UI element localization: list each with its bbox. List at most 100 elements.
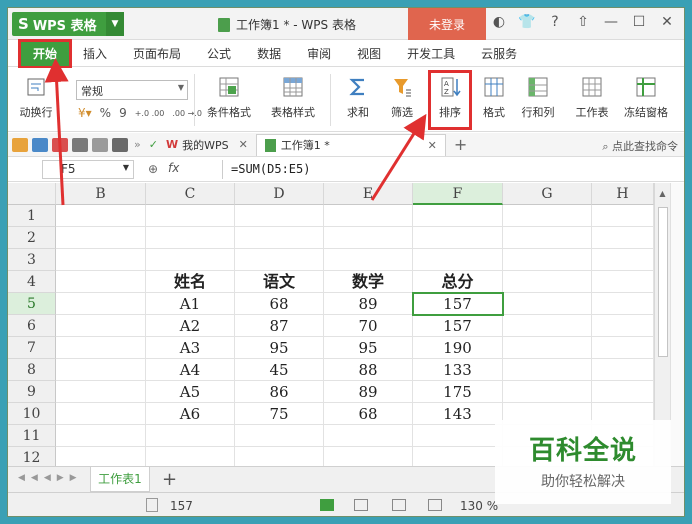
tab-insert[interactable]: 插入 bbox=[70, 41, 120, 67]
sheet-navigation-icons[interactable]: ◀◀◀▶▶ bbox=[18, 473, 83, 483]
cell-c10[interactable]: A6 bbox=[146, 403, 235, 425]
normal-view-icon[interactable] bbox=[320, 499, 334, 511]
print-icon[interactable] bbox=[72, 137, 88, 152]
cell-h3[interactable] bbox=[592, 249, 654, 271]
cell-g8[interactable] bbox=[503, 359, 592, 381]
tab-view[interactable]: 视图 bbox=[344, 41, 394, 67]
conditional-format-button[interactable]: 条件格式 bbox=[200, 68, 258, 132]
row-header-6[interactable]: 6 bbox=[8, 315, 56, 337]
cell-h9[interactable] bbox=[592, 381, 654, 403]
cell-f8[interactable]: 133 bbox=[413, 359, 503, 381]
tab-home[interactable]: 开始 bbox=[17, 38, 73, 69]
cell-h2[interactable] bbox=[592, 227, 654, 249]
cell-g7[interactable] bbox=[503, 337, 592, 359]
cell-g3[interactable] bbox=[503, 249, 592, 271]
select-all-corner[interactable] bbox=[8, 183, 56, 205]
decrease-decimal-button[interactable]: .00 →.0 bbox=[172, 109, 202, 118]
name-box[interactable]: F5 ▼ bbox=[42, 160, 134, 179]
scrollbar-thumb[interactable] bbox=[658, 207, 668, 357]
cell-d9[interactable]: 86 bbox=[235, 381, 324, 403]
new-tab-icon[interactable]: + bbox=[454, 135, 467, 154]
cell-c4[interactable]: 姓名 bbox=[146, 271, 235, 293]
cell-h8[interactable] bbox=[592, 359, 654, 381]
cell-f7[interactable]: 190 bbox=[413, 337, 503, 359]
scroll-up-icon[interactable]: ▲ bbox=[655, 189, 670, 198]
cell-f6[interactable]: 157 bbox=[413, 315, 503, 337]
row-header-2[interactable]: 2 bbox=[8, 227, 56, 249]
tab-cloud[interactable]: 云服务 bbox=[468, 41, 530, 67]
cell-c5[interactable]: A1 bbox=[146, 293, 235, 315]
add-sheet-icon[interactable]: + bbox=[162, 469, 177, 490]
cell-e9[interactable]: 89 bbox=[324, 381, 413, 403]
close-icon[interactable]: ✕ bbox=[658, 14, 676, 30]
worksheet-button[interactable]: 工作表 bbox=[568, 68, 616, 132]
freeze-panes-button[interactable]: 冻结窗格 bbox=[620, 68, 672, 132]
pdf-icon[interactable] bbox=[52, 137, 68, 152]
page-layout-icon[interactable] bbox=[354, 499, 368, 511]
row-header-4[interactable]: 4 bbox=[8, 271, 56, 293]
cell-d8[interactable]: 45 bbox=[235, 359, 324, 381]
cell-e10[interactable]: 68 bbox=[324, 403, 413, 425]
tab-page-layout[interactable]: 页面布局 bbox=[120, 41, 194, 67]
close-icon[interactable]: ✕ bbox=[239, 138, 248, 151]
number-format-select[interactable]: 常规 ▼ bbox=[76, 80, 188, 100]
minimize-icon[interactable]: — bbox=[602, 14, 620, 30]
cell-d10[interactable]: 75 bbox=[235, 403, 324, 425]
cell-d3[interactable] bbox=[235, 249, 324, 271]
reading-mode-icon[interactable] bbox=[428, 499, 442, 511]
cell-f3[interactable] bbox=[413, 249, 503, 271]
cell-f11[interactable] bbox=[413, 425, 503, 447]
tab-review[interactable]: 审阅 bbox=[294, 41, 344, 67]
command-search[interactable]: ⌕ 点此查找命令 bbox=[602, 138, 678, 154]
cell-f10[interactable]: 143 bbox=[413, 403, 503, 425]
row-header-3[interactable]: 3 bbox=[8, 249, 56, 271]
format-button[interactable]: 格式 bbox=[476, 68, 512, 132]
cell-d11[interactable] bbox=[235, 425, 324, 447]
cell-d6[interactable]: 87 bbox=[235, 315, 324, 337]
cell-b3[interactable] bbox=[56, 249, 146, 271]
cell-b2[interactable] bbox=[56, 227, 146, 249]
cell-e6[interactable]: 70 bbox=[324, 315, 413, 337]
cell-b4[interactable] bbox=[56, 271, 146, 293]
cell-g5[interactable] bbox=[503, 293, 592, 315]
cell-g6[interactable] bbox=[503, 315, 592, 337]
shirt-icon[interactable]: 👕 bbox=[518, 14, 536, 30]
cell-b10[interactable] bbox=[56, 403, 146, 425]
cell-h5[interactable] bbox=[592, 293, 654, 315]
preview-icon[interactable] bbox=[92, 137, 108, 152]
page-break-icon[interactable] bbox=[392, 499, 406, 511]
wrap-text-button[interactable]: 动换行 bbox=[12, 68, 60, 132]
cell-f2[interactable] bbox=[413, 227, 503, 249]
cell-f9[interactable]: 175 bbox=[413, 381, 503, 403]
cell-f4[interactable]: 总分 bbox=[413, 271, 503, 293]
cell-e8[interactable]: 88 bbox=[324, 359, 413, 381]
cell-d2[interactable] bbox=[235, 227, 324, 249]
cell-d1[interactable] bbox=[235, 205, 324, 227]
cell-c1[interactable] bbox=[146, 205, 235, 227]
column-header-h[interactable]: H bbox=[592, 183, 654, 205]
percent-button[interactable]: % bbox=[100, 106, 111, 120]
help-icon[interactable]: ? bbox=[546, 14, 564, 30]
fx-icon[interactable]: fx bbox=[168, 161, 179, 175]
maximize-icon[interactable]: ☐ bbox=[630, 14, 648, 30]
row-header-7[interactable]: 7 bbox=[8, 337, 56, 359]
increase-decimal-button[interactable]: +.0 .00 bbox=[135, 109, 165, 118]
cell-g1[interactable] bbox=[503, 205, 592, 227]
cell-b8[interactable] bbox=[56, 359, 146, 381]
cell-c11[interactable] bbox=[146, 425, 235, 447]
cell-e1[interactable] bbox=[324, 205, 413, 227]
thousands-button[interactable]: 9 bbox=[119, 106, 127, 120]
cell-d5[interactable]: 68 bbox=[235, 293, 324, 315]
row-header-1[interactable]: 1 bbox=[8, 205, 56, 227]
column-header-f[interactable]: F bbox=[413, 183, 503, 205]
sum-button[interactable]: 求和 bbox=[338, 68, 378, 132]
more-icon[interactable]: » bbox=[134, 138, 141, 151]
cell-c7[interactable]: A3 bbox=[146, 337, 235, 359]
column-header-c[interactable]: C bbox=[146, 183, 235, 205]
tab-data[interactable]: 数据 bbox=[244, 41, 294, 67]
row-header-9[interactable]: 9 bbox=[8, 381, 56, 403]
cell-b7[interactable] bbox=[56, 337, 146, 359]
cell-b6[interactable] bbox=[56, 315, 146, 337]
column-header-g[interactable]: G bbox=[503, 183, 592, 205]
column-header-b[interactable]: B bbox=[56, 183, 146, 205]
